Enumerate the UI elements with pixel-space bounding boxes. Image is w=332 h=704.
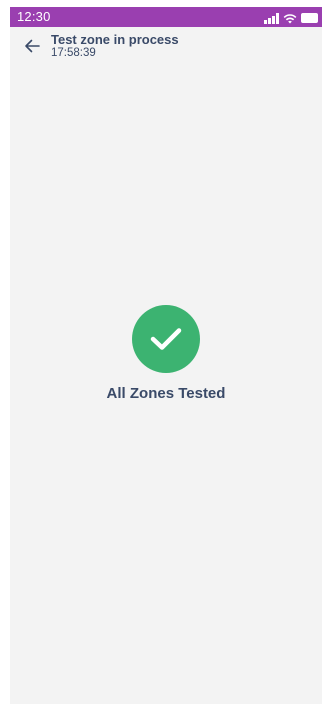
success-badge — [132, 305, 200, 373]
status-time: 12:30 — [17, 9, 51, 24]
result-panel: All Zones Tested — [10, 305, 322, 402]
back-button[interactable] — [18, 35, 46, 57]
elapsed-time: 17:58:39 — [51, 47, 96, 59]
page-title: Test zone in process — [51, 32, 179, 47]
status-bar: 12:30 — [10, 7, 322, 27]
status-icons — [264, 11, 318, 24]
signal-icon — [264, 13, 279, 24]
wifi-icon — [283, 14, 297, 24]
result-message: All Zones Tested — [106, 385, 226, 402]
battery-icon — [301, 13, 318, 23]
header-titles: Test zone in process 17:58:39 — [51, 32, 179, 60]
app-bar: Test zone in process 17:58:39 — [10, 27, 322, 71]
check-icon — [150, 328, 182, 350]
app-screen: 12:30 Test zone in process 17:58:39 All … — [10, 7, 322, 704]
arrow-left-icon — [25, 39, 40, 53]
